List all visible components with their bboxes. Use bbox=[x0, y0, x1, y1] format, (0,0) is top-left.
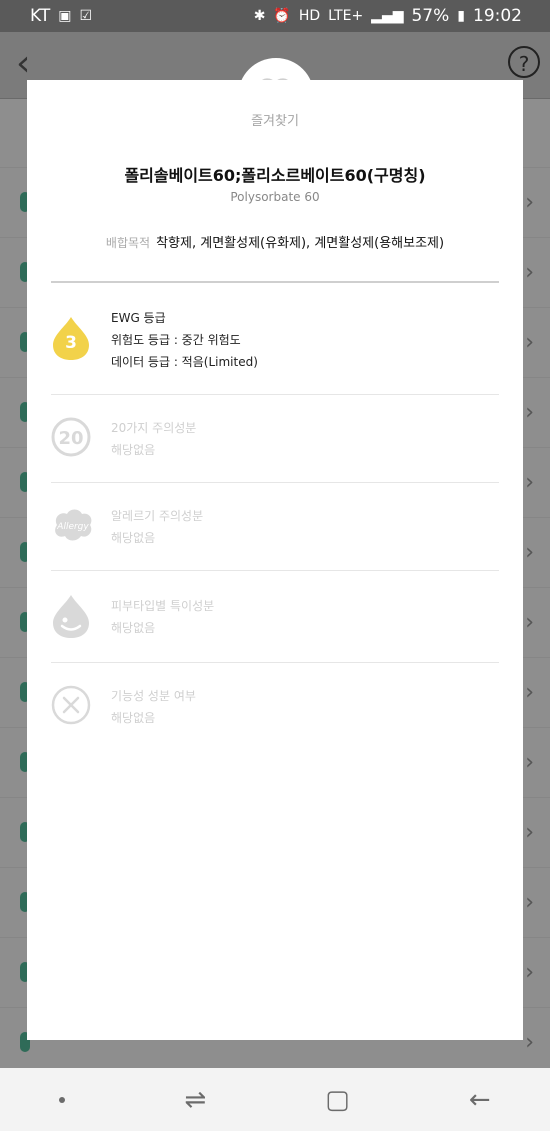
caution20-section: 20 20가지 주의성분 해당없음 bbox=[51, 395, 499, 483]
functional-heading: 기능성 성분 여부 bbox=[111, 689, 196, 703]
caution20-heading: 20가지 주의성분 bbox=[111, 421, 197, 435]
carrier-label: KT bbox=[30, 6, 51, 26]
allergy-icon: Allergy bbox=[55, 509, 92, 541]
purpose-value: 착향제, 계면활성제(유화제), 계면활성제(용해보조제) bbox=[156, 236, 445, 251]
favorite-label[interactable]: 즐겨찾기 bbox=[27, 110, 523, 129]
allergy-section: Allergy 알레르기 주의성분 해당없음 bbox=[51, 483, 499, 571]
clock: 19:02 bbox=[473, 6, 522, 26]
ewg-text: EWG 등급 위험도 등급 : 중간 위험도 데이터 등급 : 적음(Limit… bbox=[111, 307, 258, 373]
back-icon[interactable]: ← bbox=[469, 1085, 491, 1115]
ewg-risk: 위험도 등급 : 중간 위험도 bbox=[111, 333, 241, 347]
allergy-value: 해당없음 bbox=[111, 531, 156, 545]
skin-type-heading: 피부타입별 특이성분 bbox=[111, 599, 215, 613]
functional-value: 해당없음 bbox=[111, 711, 156, 725]
chevron-right-icon: › bbox=[525, 820, 534, 845]
battery-icon: ▮ bbox=[457, 8, 465, 24]
system-nav-bar: ⇌ ▢ ← bbox=[0, 1068, 550, 1131]
chevron-right-icon: › bbox=[525, 540, 534, 565]
ingredient-detail-modal: 즐겨찾기 폴리솔베이트60;폴리소르베이트60(구명칭) Polysorbate… bbox=[27, 80, 523, 1040]
home-icon[interactable]: ▢ bbox=[325, 1085, 350, 1115]
purpose-row: 배합목적 착향제, 계면활성제(유화제), 계면활성제(용해보조제) bbox=[27, 232, 523, 251]
functional-text: 기능성 성분 여부 해당없음 bbox=[111, 685, 196, 729]
chevron-right-icon: › bbox=[525, 1030, 534, 1055]
ingredient-title: 폴리솔베이트60;폴리소르베이트60(구명칭) bbox=[124, 166, 426, 185]
battery-level: 57% bbox=[411, 6, 450, 26]
help-button[interactable]: ? bbox=[508, 46, 540, 78]
allergy-icon-label: Allergy bbox=[56, 522, 89, 532]
checkbox-icon: ☑ bbox=[79, 8, 93, 24]
chevron-right-icon: › bbox=[525, 190, 534, 215]
caution20-icon-label: 20 bbox=[58, 428, 83, 449]
chevron-right-icon: › bbox=[525, 470, 534, 495]
lte-icon: LTE+ bbox=[328, 8, 364, 24]
allergy-text: 알레르기 주의성분 해당없음 bbox=[111, 505, 203, 549]
ewg-data: 데이터 등급 : 적음(Limited) bbox=[111, 355, 258, 369]
notification-icon: ▣ bbox=[58, 8, 72, 24]
bluetooth-icon: ✱ bbox=[253, 8, 266, 24]
ingredient-english-name: Polysorbate 60 bbox=[230, 190, 320, 204]
chevron-left-icon[interactable]: ‹ bbox=[16, 46, 40, 82]
caution20-value: 해당없음 bbox=[111, 443, 156, 457]
chevron-right-icon: › bbox=[525, 680, 534, 705]
hd-icon: HD bbox=[298, 8, 321, 24]
functional-section: 기능성 성분 여부 해당없음 bbox=[51, 663, 499, 751]
skin-type-section: 피부타입별 특이성분 해당없음 bbox=[51, 571, 499, 663]
chevron-right-icon: › bbox=[525, 960, 534, 985]
caution20-text: 20가지 주의성분 해당없음 bbox=[111, 417, 196, 461]
chevron-right-icon: › bbox=[525, 330, 534, 355]
chevron-right-icon: › bbox=[525, 750, 534, 775]
purpose-label: 배합목적 bbox=[105, 236, 151, 250]
caution20-icon: 20 bbox=[51, 417, 91, 457]
ewg-section: 3 EWG 등급 위험도 등급 : 중간 위험도 데이터 등급 : 적음(Lim… bbox=[51, 283, 499, 395]
status-bar: KT ▣ ☑ ✱ ⏰ HD LTE+ ▂▄▆ 57% ▮ 19:02 bbox=[0, 0, 550, 32]
skin-type-value: 해당없음 bbox=[111, 621, 156, 635]
chevron-right-icon: › bbox=[525, 260, 534, 285]
close-circle-icon bbox=[51, 685, 91, 725]
skin-drop-icon bbox=[53, 595, 89, 638]
skin-type-text: 피부타입별 특이성분 해당없음 bbox=[111, 595, 214, 639]
alarm-icon: ⏰ bbox=[273, 8, 291, 24]
ewg-grade: 3 bbox=[65, 333, 77, 353]
chevron-right-icon: › bbox=[525, 890, 534, 915]
chevron-right-icon: › bbox=[525, 610, 534, 635]
signal-icon: ▂▄▆ bbox=[371, 8, 404, 24]
recent-apps-icon[interactable]: ⇌ bbox=[184, 1085, 206, 1115]
nav-dot-icon[interactable] bbox=[59, 1096, 66, 1103]
ewg-heading: EWG 등급 bbox=[111, 311, 166, 325]
chevron-right-icon: › bbox=[525, 400, 534, 425]
allergy-heading: 알레르기 주의성분 bbox=[111, 509, 204, 523]
